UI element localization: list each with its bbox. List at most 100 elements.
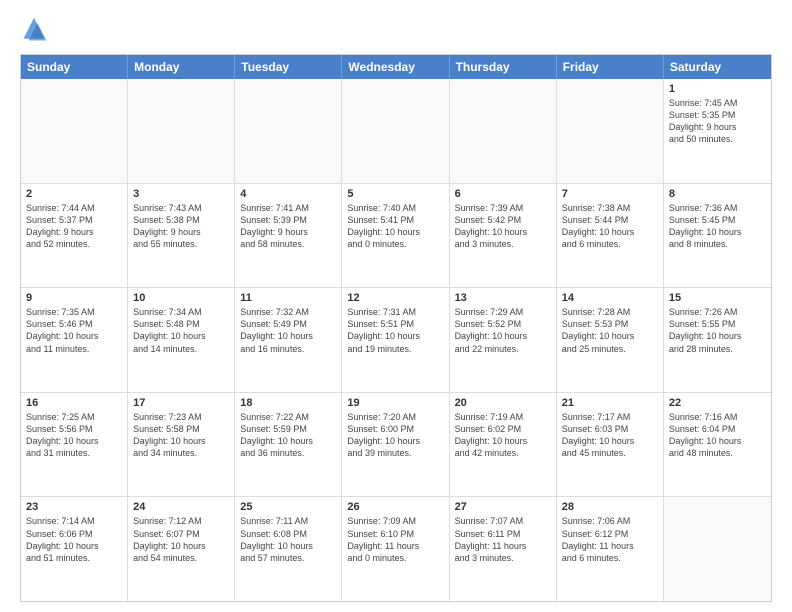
- day-number: 3: [133, 188, 229, 200]
- day-info: Sunrise: 7:06 AM Sunset: 6:12 PM Dayligh…: [562, 515, 658, 564]
- day-cell-empty-4-6: [664, 497, 771, 601]
- calendar-header: SundayMondayTuesdayWednesdayThursdayFrid…: [21, 55, 771, 79]
- day-info: Sunrise: 7:38 AM Sunset: 5:44 PM Dayligh…: [562, 202, 658, 251]
- day-info: Sunrise: 7:17 AM Sunset: 6:03 PM Dayligh…: [562, 411, 658, 460]
- day-number: 25: [240, 501, 336, 513]
- day-number: 24: [133, 501, 229, 513]
- day-number: 27: [455, 501, 551, 513]
- day-cell-20: 20 Sunrise: 7:19 AM Sunset: 6:02 PM Dayli…: [450, 393, 557, 497]
- day-cell-21: 21 Sunrise: 7:17 AM Sunset: 6:03 PM Dayli…: [557, 393, 664, 497]
- day-info: Sunrise: 7:39 AM Sunset: 5:42 PM Dayligh…: [455, 202, 551, 251]
- weekday-header-thursday: Thursday: [450, 55, 557, 79]
- day-cell-15: 15 Sunrise: 7:26 AM Sunset: 5:55 PM Dayli…: [664, 288, 771, 392]
- day-cell-empty-0-3: [342, 79, 449, 183]
- calendar-row-2: 9 Sunrise: 7:35 AM Sunset: 5:46 PM Daylig…: [21, 287, 771, 392]
- day-number: 6: [455, 188, 551, 200]
- day-cell-empty-0-5: [557, 79, 664, 183]
- day-info: Sunrise: 7:12 AM Sunset: 6:07 PM Dayligh…: [133, 515, 229, 564]
- day-info: Sunrise: 7:20 AM Sunset: 6:00 PM Dayligh…: [347, 411, 443, 460]
- day-info: Sunrise: 7:34 AM Sunset: 5:48 PM Dayligh…: [133, 306, 229, 355]
- day-info: Sunrise: 7:32 AM Sunset: 5:49 PM Dayligh…: [240, 306, 336, 355]
- day-number: 14: [562, 292, 658, 304]
- day-cell-empty-0-1: [128, 79, 235, 183]
- day-number: 17: [133, 397, 229, 409]
- weekday-header-tuesday: Tuesday: [235, 55, 342, 79]
- day-number: 23: [26, 501, 122, 513]
- day-number: 18: [240, 397, 336, 409]
- day-number: 13: [455, 292, 551, 304]
- day-info: Sunrise: 7:23 AM Sunset: 5:58 PM Dayligh…: [133, 411, 229, 460]
- day-number: 19: [347, 397, 443, 409]
- day-number: 16: [26, 397, 122, 409]
- day-cell-3: 3Sunrise: 7:43 AM Sunset: 5:38 PM Daylig…: [128, 184, 235, 288]
- day-cell-24: 24 Sunrise: 7:12 AM Sunset: 6:07 PM Dayli…: [128, 497, 235, 601]
- day-cell-8: 8 Sunrise: 7:36 AM Sunset: 5:45 PM Daylig…: [664, 184, 771, 288]
- day-info: Sunrise: 7:36 AM Sunset: 5:45 PM Dayligh…: [669, 202, 766, 251]
- calendar-row-0: 1Sunrise: 7:45 AM Sunset: 5:35 PM Daylig…: [21, 79, 771, 183]
- day-cell-16: 16 Sunrise: 7:25 AM Sunset: 5:56 PM Dayli…: [21, 393, 128, 497]
- day-info: Sunrise: 7:41 AM Sunset: 5:39 PM Dayligh…: [240, 202, 336, 251]
- day-number: 7: [562, 188, 658, 200]
- day-cell-13: 13 Sunrise: 7:29 AM Sunset: 5:52 PM Dayli…: [450, 288, 557, 392]
- day-info: Sunrise: 7:09 AM Sunset: 6:10 PM Dayligh…: [347, 515, 443, 564]
- day-number: 15: [669, 292, 766, 304]
- day-info: Sunrise: 7:22 AM Sunset: 5:59 PM Dayligh…: [240, 411, 336, 460]
- day-info: Sunrise: 7:26 AM Sunset: 5:55 PM Dayligh…: [669, 306, 766, 355]
- day-cell-12: 12 Sunrise: 7:31 AM Sunset: 5:51 PM Dayli…: [342, 288, 449, 392]
- day-info: Sunrise: 7:11 AM Sunset: 6:08 PM Dayligh…: [240, 515, 336, 564]
- day-cell-14: 14 Sunrise: 7:28 AM Sunset: 5:53 PM Dayli…: [557, 288, 664, 392]
- weekday-header-friday: Friday: [557, 55, 664, 79]
- calendar-row-1: 2 Sunrise: 7:44 AM Sunset: 5:37 PM Daylig…: [21, 183, 771, 288]
- weekday-header-saturday: Saturday: [664, 55, 771, 79]
- weekday-header-sunday: Sunday: [21, 55, 128, 79]
- day-cell-27: 27 Sunrise: 7:07 AM Sunset: 6:11 PM Dayli…: [450, 497, 557, 601]
- day-info: Sunrise: 7:35 AM Sunset: 5:46 PM Dayligh…: [26, 306, 122, 355]
- day-number: 8: [669, 188, 766, 200]
- day-cell-28: 28Sunrise: 7:06 AM Sunset: 6:12 PM Dayli…: [557, 497, 664, 601]
- day-cell-23: 23 Sunrise: 7:14 AM Sunset: 6:06 PM Dayli…: [21, 497, 128, 601]
- day-number: 10: [133, 292, 229, 304]
- day-number: 9: [26, 292, 122, 304]
- day-info: Sunrise: 7:40 AM Sunset: 5:41 PM Dayligh…: [347, 202, 443, 251]
- logo: [20, 16, 52, 44]
- day-cell-4: 4 Sunrise: 7:41 AM Sunset: 5:39 PM Daylig…: [235, 184, 342, 288]
- day-cell-empty-0-0: [21, 79, 128, 183]
- day-cell-2: 2 Sunrise: 7:44 AM Sunset: 5:37 PM Daylig…: [21, 184, 128, 288]
- weekday-header-monday: Monday: [128, 55, 235, 79]
- day-info: Sunrise: 7:45 AM Sunset: 5:35 PM Dayligh…: [669, 97, 766, 146]
- day-cell-7: 7 Sunrise: 7:38 AM Sunset: 5:44 PM Daylig…: [557, 184, 664, 288]
- day-info: Sunrise: 7:28 AM Sunset: 5:53 PM Dayligh…: [562, 306, 658, 355]
- day-number: 21: [562, 397, 658, 409]
- day-info: Sunrise: 7:31 AM Sunset: 5:51 PM Dayligh…: [347, 306, 443, 355]
- day-cell-26: 26Sunrise: 7:09 AM Sunset: 6:10 PM Dayli…: [342, 497, 449, 601]
- day-number: 5: [347, 188, 443, 200]
- weekday-header-wednesday: Wednesday: [342, 55, 449, 79]
- day-info: Sunrise: 7:19 AM Sunset: 6:02 PM Dayligh…: [455, 411, 551, 460]
- day-cell-10: 10 Sunrise: 7:34 AM Sunset: 5:48 PM Dayli…: [128, 288, 235, 392]
- day-cell-5: 5 Sunrise: 7:40 AM Sunset: 5:41 PM Daylig…: [342, 184, 449, 288]
- day-number: 2: [26, 188, 122, 200]
- day-number: 12: [347, 292, 443, 304]
- day-info: Sunrise: 7:25 AM Sunset: 5:56 PM Dayligh…: [26, 411, 122, 460]
- day-cell-22: 22Sunrise: 7:16 AM Sunset: 6:04 PM Dayli…: [664, 393, 771, 497]
- day-info: Sunrise: 7:14 AM Sunset: 6:06 PM Dayligh…: [26, 515, 122, 564]
- calendar-body: 1Sunrise: 7:45 AM Sunset: 5:35 PM Daylig…: [21, 79, 771, 601]
- day-cell-1: 1Sunrise: 7:45 AM Sunset: 5:35 PM Daylig…: [664, 79, 771, 183]
- day-cell-19: 19 Sunrise: 7:20 AM Sunset: 6:00 PM Dayli…: [342, 393, 449, 497]
- day-number: 4: [240, 188, 336, 200]
- day-number: 20: [455, 397, 551, 409]
- calendar: SundayMondayTuesdayWednesdayThursdayFrid…: [20, 54, 772, 602]
- day-cell-empty-0-4: [450, 79, 557, 183]
- day-info: Sunrise: 7:44 AM Sunset: 5:37 PM Dayligh…: [26, 202, 122, 251]
- day-info: Sunrise: 7:29 AM Sunset: 5:52 PM Dayligh…: [455, 306, 551, 355]
- page-header: [20, 16, 772, 44]
- day-cell-9: 9 Sunrise: 7:35 AM Sunset: 5:46 PM Daylig…: [21, 288, 128, 392]
- day-cell-6: 6 Sunrise: 7:39 AM Sunset: 5:42 PM Daylig…: [450, 184, 557, 288]
- logo-icon: [20, 16, 48, 44]
- day-info: Sunrise: 7:07 AM Sunset: 6:11 PM Dayligh…: [455, 515, 551, 564]
- day-cell-18: 18 Sunrise: 7:22 AM Sunset: 5:59 PM Dayli…: [235, 393, 342, 497]
- day-number: 11: [240, 292, 336, 304]
- day-cell-empty-0-2: [235, 79, 342, 183]
- day-info: Sunrise: 7:16 AM Sunset: 6:04 PM Dayligh…: [669, 411, 766, 460]
- day-cell-17: 17 Sunrise: 7:23 AM Sunset: 5:58 PM Dayli…: [128, 393, 235, 497]
